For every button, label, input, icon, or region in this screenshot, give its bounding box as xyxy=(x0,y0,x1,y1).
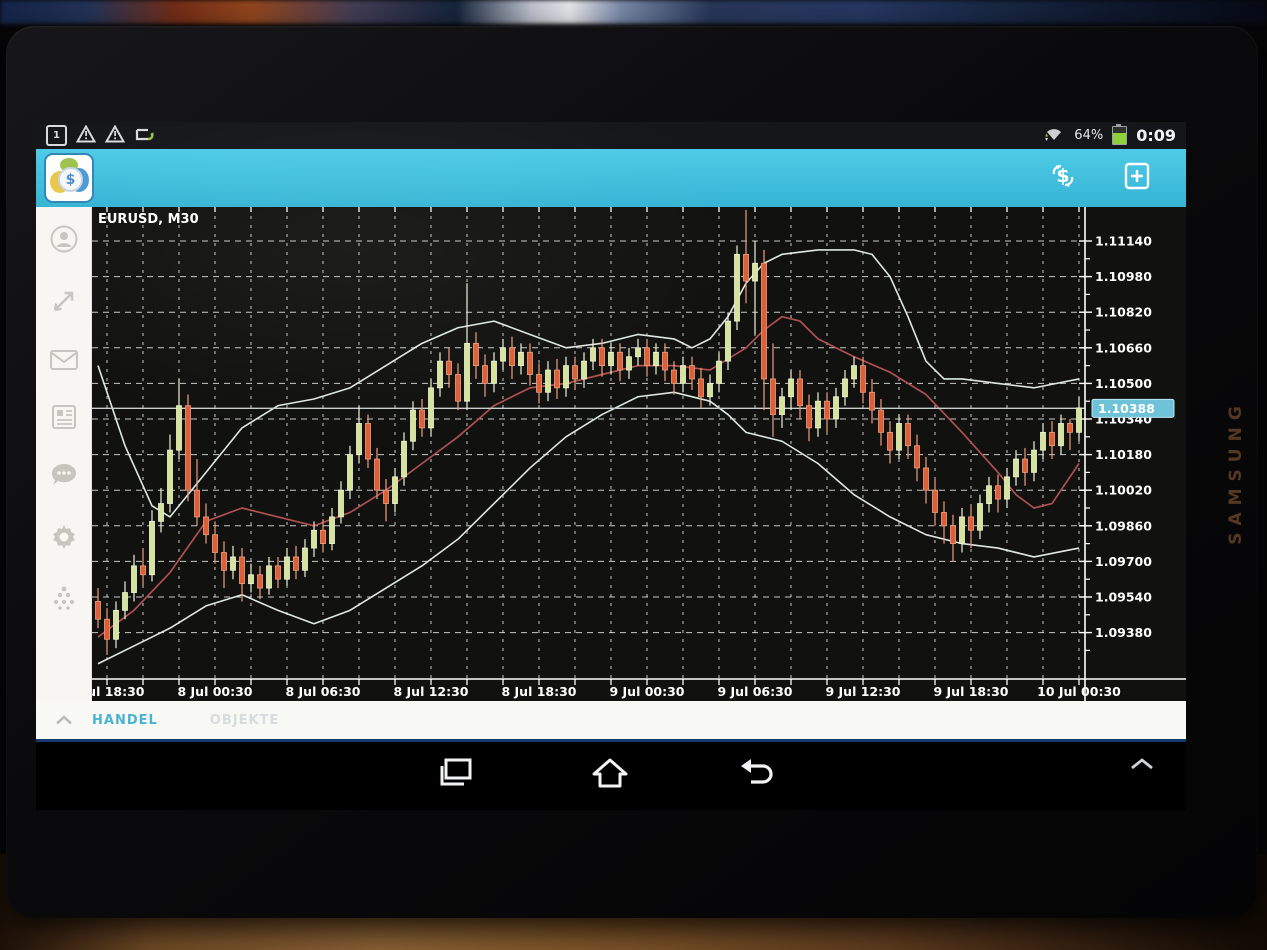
battery-percent-label: 64% xyxy=(1074,128,1103,143)
tablet-device: SAMSUNG 1 xyxy=(6,26,1258,918)
main-content: 1.11140 1.10980 1.10820 1.10660 1.10500 1.103… xyxy=(36,207,1186,701)
tablet-screen: 1 64% 0:09 xyxy=(36,122,1186,810)
clock: 0:09 xyxy=(1136,126,1176,145)
status-bar: 1 64% 0:09 xyxy=(36,122,1186,149)
svg-text:9 Jul 06:30: 9 Jul 06:30 xyxy=(717,684,792,699)
sync-icon[interactable] xyxy=(134,125,156,147)
svg-text:EURUSD, M30: EURUSD, M30 xyxy=(98,212,199,227)
price-chart[interactable]: 1.11140 1.10980 1.10820 1.10660 1.10500 1.103… xyxy=(92,207,1186,701)
background-monitor xyxy=(0,0,1267,24)
svg-text:1.09380: 1.09380 xyxy=(1095,625,1152,640)
svg-text:10 Jul 00:30: 10 Jul 00:30 xyxy=(1037,684,1121,699)
svg-text:8 Jul 12:30: 8 Jul 12:30 xyxy=(393,684,468,699)
svg-text:9 Jul 12:30: 9 Jul 12:30 xyxy=(825,684,900,699)
photo-scene: SAMSUNG 1 xyxy=(0,0,1267,950)
samsung-logo: SAMSUNG xyxy=(1226,399,1246,545)
svg-text:9 Jul 00:30: 9 Jul 00:30 xyxy=(609,684,684,699)
svg-text:1.10500: 1.10500 xyxy=(1095,376,1152,391)
notification-count-icon[interactable]: 1 xyxy=(46,125,67,146)
sidebar-item-mail[interactable] xyxy=(48,347,80,377)
sidebar-item-news[interactable] xyxy=(49,403,79,435)
svg-text:8 Jul 18:30: 8 Jul 18:30 xyxy=(501,684,576,699)
recents-button[interactable] xyxy=(436,756,474,794)
svg-text:1.10020: 1.10020 xyxy=(1095,483,1152,498)
sidebar-item-settings[interactable] xyxy=(48,521,80,557)
svg-text:1.09540: 1.09540 xyxy=(1095,590,1152,605)
warning-icon[interactable] xyxy=(105,125,125,147)
svg-text:1.11140: 1.11140 xyxy=(1095,234,1152,249)
panel-expand-chevron-icon[interactable] xyxy=(36,714,92,726)
sidebar-item-chat[interactable] xyxy=(48,461,80,495)
metatrader-app-icon[interactable]: $ xyxy=(44,153,94,203)
instruments-dollar-icon[interactable]: $ xyxy=(1048,162,1078,194)
svg-text:1.10820: 1.10820 xyxy=(1095,305,1152,320)
back-button[interactable] xyxy=(735,756,775,792)
app-toolbar: $ $ xyxy=(36,149,1186,207)
svg-text:1.10660: 1.10660 xyxy=(1095,340,1152,355)
tab-objekte[interactable]: OBJEKTE xyxy=(210,713,280,728)
logo-dollar-lens: $ xyxy=(58,167,83,192)
wifi-icon[interactable] xyxy=(1043,125,1065,146)
new-order-icon[interactable] xyxy=(1124,162,1150,194)
svg-text:1.09860: 1.09860 xyxy=(1095,518,1152,533)
bottom-panel: HANDEL OBJEKTE xyxy=(36,701,1186,739)
sidebar-item-community[interactable] xyxy=(48,583,80,615)
svg-text:1.09700: 1.09700 xyxy=(1095,554,1152,569)
svg-text:8 Jul 06:30: 8 Jul 06:30 xyxy=(285,684,360,699)
navbar-collapse-chevron-icon[interactable] xyxy=(1129,756,1155,775)
sidebar xyxy=(36,207,92,701)
warning-icon[interactable] xyxy=(76,125,96,147)
sidebar-item-trade[interactable] xyxy=(48,285,80,321)
svg-text:1.10180: 1.10180 xyxy=(1095,447,1152,462)
tab-handel[interactable]: HANDEL xyxy=(92,713,158,728)
android-nav-bar xyxy=(36,742,1186,808)
sidebar-item-accounts[interactable] xyxy=(48,223,80,259)
battery-icon xyxy=(1112,126,1127,145)
svg-text:9 Jul 18:30: 9 Jul 18:30 xyxy=(933,684,1008,699)
home-button[interactable] xyxy=(590,756,630,794)
svg-text:7 Jul 18:30: 7 Jul 18:30 xyxy=(92,684,145,699)
svg-text:1.10388: 1.10388 xyxy=(1098,401,1155,416)
candlestick-chart-canvas[interactable]: 1.11140 1.10980 1.10820 1.10660 1.10500 1.103… xyxy=(92,207,1186,701)
svg-text:8 Jul 00:30: 8 Jul 00:30 xyxy=(177,684,252,699)
svg-text:1.10980: 1.10980 xyxy=(1095,269,1152,284)
